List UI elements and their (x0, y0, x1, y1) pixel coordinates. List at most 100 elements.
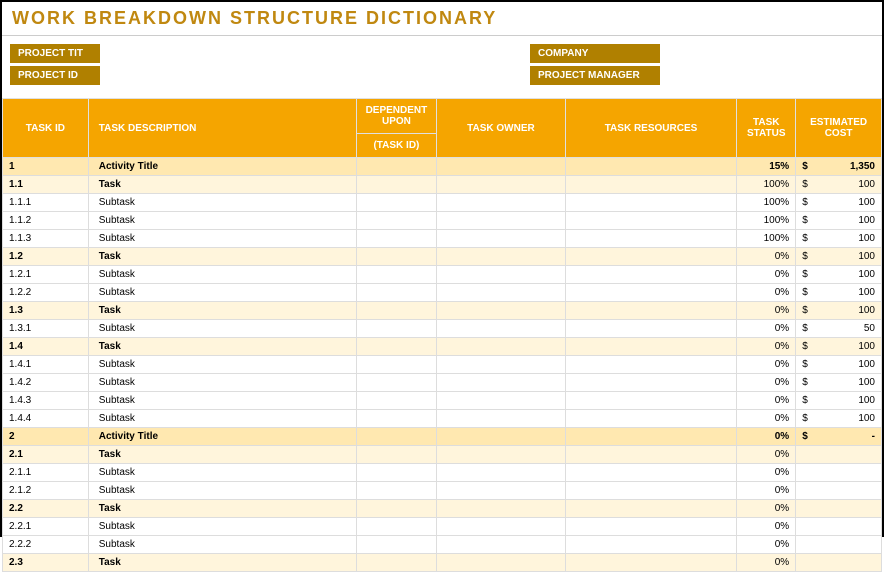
cell-task-id[interactable]: 1.1 (3, 176, 89, 194)
cell-task-description[interactable]: Subtask (88, 392, 356, 410)
cell-task-id[interactable]: 1.1.1 (3, 194, 89, 212)
table-row[interactable]: 2.1.1Subtask0% (3, 464, 882, 482)
cell-task-owner[interactable] (437, 536, 566, 554)
project-id-value[interactable] (100, 66, 530, 85)
cell-task-id[interactable]: 2.2 (3, 500, 89, 518)
cell-task-description[interactable]: Subtask (88, 230, 356, 248)
cell-estimated-cost[interactable] (796, 554, 882, 572)
table-row[interactable]: 2.3Task0% (3, 554, 882, 572)
cell-task-id[interactable]: 1.1.3 (3, 230, 89, 248)
cell-estimated-cost[interactable]: $100 (796, 356, 882, 374)
cell-dependent-upon[interactable] (356, 230, 436, 248)
cell-estimated-cost[interactable]: $100 (796, 248, 882, 266)
cell-task-id[interactable]: 1.4.1 (3, 356, 89, 374)
cell-task-status[interactable]: 0% (737, 428, 796, 446)
cell-dependent-upon[interactable] (356, 176, 436, 194)
cell-task-resources[interactable] (565, 212, 737, 230)
cell-task-resources[interactable] (565, 248, 737, 266)
cell-task-owner[interactable] (437, 194, 566, 212)
cell-task-resources[interactable] (565, 410, 737, 428)
cell-task-id[interactable]: 1.2.2 (3, 284, 89, 302)
table-row[interactable]: 1.2.1Subtask0%$100 (3, 266, 882, 284)
table-row[interactable]: 2.1.2Subtask0% (3, 482, 882, 500)
table-row[interactable]: 1.4.4Subtask 0%$100 (3, 410, 882, 428)
cell-task-description[interactable]: Subtask (88, 356, 356, 374)
cell-task-status[interactable]: 0% (737, 554, 796, 572)
cell-task-id[interactable]: 1.2 (3, 248, 89, 266)
table-row[interactable]: 1.4.1Subtask0%$100 (3, 356, 882, 374)
table-row[interactable]: 1.4Task0%$100 (3, 338, 882, 356)
cell-dependent-upon[interactable] (356, 500, 436, 518)
cell-task-id[interactable]: 1.1.2 (3, 212, 89, 230)
cell-dependent-upon[interactable] (356, 158, 436, 176)
cell-dependent-upon[interactable] (356, 536, 436, 554)
cell-task-description[interactable]: Activity Title (88, 158, 356, 176)
cell-task-description[interactable]: Task (88, 500, 356, 518)
cell-task-owner[interactable] (437, 230, 566, 248)
cell-task-id[interactable]: 2.2.1 (3, 518, 89, 536)
table-row[interactable]: 1Activity Title15%$1,350 (3, 158, 882, 176)
cell-task-status[interactable]: 100% (737, 212, 796, 230)
cell-task-id[interactable]: 1 (3, 158, 89, 176)
cell-task-resources[interactable] (565, 176, 737, 194)
cell-task-resources[interactable] (565, 554, 737, 572)
cell-task-id[interactable]: 1.3 (3, 302, 89, 320)
cell-task-id[interactable]: 2 (3, 428, 89, 446)
cell-task-id[interactable]: 1.4 (3, 338, 89, 356)
cell-task-id[interactable]: 1.4.4 (3, 410, 89, 428)
cell-task-owner[interactable] (437, 554, 566, 572)
cell-task-status[interactable]: 0% (737, 536, 796, 554)
cell-task-resources[interactable] (565, 338, 737, 356)
cell-task-id[interactable]: 2.2.2 (3, 536, 89, 554)
cell-task-resources[interactable] (565, 320, 737, 338)
cell-estimated-cost[interactable]: $100 (796, 230, 882, 248)
cell-task-status[interactable]: 0% (737, 518, 796, 536)
cell-dependent-upon[interactable] (356, 374, 436, 392)
cell-task-status[interactable]: 0% (737, 374, 796, 392)
cell-estimated-cost[interactable]: $- (796, 428, 882, 446)
cell-task-description[interactable]: Task (88, 176, 356, 194)
cell-task-owner[interactable] (437, 284, 566, 302)
cell-task-owner[interactable] (437, 374, 566, 392)
cell-task-description[interactable]: Task (88, 338, 356, 356)
cell-task-resources[interactable] (565, 428, 737, 446)
cell-task-status[interactable]: 0% (737, 482, 796, 500)
cell-task-resources[interactable] (565, 500, 737, 518)
cell-task-resources[interactable] (565, 356, 737, 374)
cell-estimated-cost[interactable]: $100 (796, 392, 882, 410)
cell-task-description[interactable]: Subtask (88, 284, 356, 302)
cell-task-status[interactable]: 100% (737, 194, 796, 212)
cell-task-status[interactable]: 0% (737, 266, 796, 284)
cell-estimated-cost[interactable]: $100 (796, 410, 882, 428)
cell-task-description[interactable]: Subtask (88, 410, 356, 428)
cell-estimated-cost[interactable]: $100 (796, 176, 882, 194)
cell-task-id[interactable]: 2.1.1 (3, 464, 89, 482)
cell-task-owner[interactable] (437, 356, 566, 374)
cell-task-owner[interactable] (437, 320, 566, 338)
cell-task-resources[interactable] (565, 194, 737, 212)
cell-task-resources[interactable] (565, 266, 737, 284)
cell-task-description[interactable]: Activity Title (88, 428, 356, 446)
table-row[interactable]: 1.2Task0%$100 (3, 248, 882, 266)
table-row[interactable]: 2.2Task 0% (3, 500, 882, 518)
cell-dependent-upon[interactable] (356, 266, 436, 284)
cell-estimated-cost[interactable] (796, 500, 882, 518)
cell-estimated-cost[interactable] (796, 464, 882, 482)
table-row[interactable]: 1.3.1Subtask0%$50 (3, 320, 882, 338)
cell-task-status[interactable]: 0% (737, 320, 796, 338)
cell-task-id[interactable]: 2.3 (3, 554, 89, 572)
cell-task-status[interactable]: 0% (737, 410, 796, 428)
table-row[interactable]: 1.2.2Subtask0%$100 (3, 284, 882, 302)
cell-estimated-cost[interactable]: $50 (796, 320, 882, 338)
cell-estimated-cost[interactable]: $100 (796, 266, 882, 284)
cell-task-owner[interactable] (437, 392, 566, 410)
cell-task-owner[interactable] (437, 212, 566, 230)
cell-dependent-upon[interactable] (356, 410, 436, 428)
cell-task-status[interactable]: 0% (737, 500, 796, 518)
cell-task-owner[interactable] (437, 500, 566, 518)
cell-task-resources[interactable] (565, 392, 737, 410)
table-row[interactable]: 1.1.3Subtask100%$100 (3, 230, 882, 248)
cell-dependent-upon[interactable] (356, 482, 436, 500)
cell-task-resources[interactable] (565, 536, 737, 554)
cell-task-description[interactable]: Subtask (88, 194, 356, 212)
